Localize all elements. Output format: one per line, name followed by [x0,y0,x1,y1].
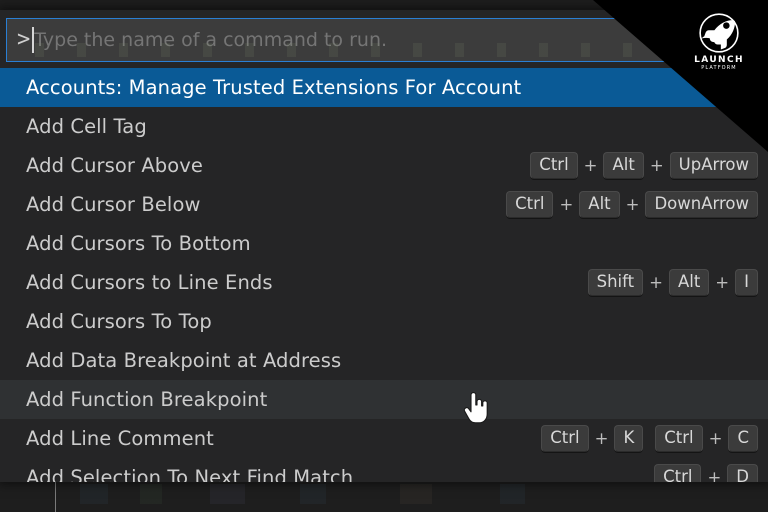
editor-code-text [70,484,670,504]
keybinding-group: Shift + Alt + I [587,263,758,302]
command-label: Add Selection To Next Find Match [26,466,354,482]
search-input-box[interactable]: > [6,18,762,62]
keybinding-key: C [728,424,758,453]
logo-wordmark: LAUNCH [694,55,744,65]
keybinding-separator: + [649,273,663,292]
keybinding-key: UpArrow [669,151,758,180]
keybinding-key: Alt [668,268,710,297]
command-list-item[interactable]: Add Cursors To Top [0,302,768,341]
keybinding-separator: + [649,156,664,175]
search-input[interactable] [34,19,751,61]
keybinding-key: K [614,424,644,453]
keybinding-key: Ctrl [654,463,702,482]
command-list-item[interactable]: Accounts: Manage Trusted Extensions For … [0,68,768,107]
command-list-item[interactable]: Add Selection To Next Find Match Ctrl + D [0,458,768,482]
keybinding-separator: + [708,429,723,448]
keybinding-separator: + [594,429,609,448]
command-label: Add Cursor Above [26,154,204,177]
command-label: Add Cursor Below [26,193,201,216]
command-label: Add Cell Tag [26,115,147,138]
keybinding-key: Ctrl [506,190,554,219]
command-label: Add Function Breakpoint [26,388,268,411]
screenshot-root: > Accounts: Manage Trusted Extensions Fo… [0,0,768,512]
command-label: Add Data Breakpoint at Address [26,349,342,372]
command-label: Accounts: Manage Trusted Extensions For … [26,76,522,99]
keybinding-separator: + [715,273,730,292]
keybinding-separator: + [583,156,598,175]
keybinding-group: Ctrl + D [654,458,758,482]
keybinding-key: DownArrow [645,190,758,219]
command-list[interactable]: Accounts: Manage Trusted Extensions For … [0,68,768,482]
keybinding-separator: + [559,195,574,214]
keybinding-key: Ctrl [530,151,578,180]
command-palette: > Accounts: Manage Trusted Extensions Fo… [0,10,768,482]
keybinding-key: Alt [603,151,644,180]
keybinding-group: Ctrl + Alt + DownArrow [506,185,758,224]
keybinding-key: Shift [587,268,644,297]
rocket-icon [699,13,739,53]
command-list-item[interactable]: Add Data Breakpoint at Address [0,341,768,380]
keybinding-key: Ctrl [541,424,589,453]
command-list-item[interactable]: Add Cursors to Line Ends Shift + Alt + I [0,263,768,302]
launch-platform-logo: LAUNCH PLATFORM [688,10,750,72]
keybinding-key: D [727,463,758,482]
keybinding-separator: + [625,195,640,214]
command-prefix-icon: > [17,27,31,52]
keybinding-separator: + [707,468,722,482]
keybinding-group: Ctrl + K Ctrl + C [541,419,758,458]
command-label: Add Cursors To Bottom [26,232,251,255]
command-label: Add Cursors to Line Ends [26,271,273,294]
command-list-item[interactable]: Add Cursors To Bottom [0,224,768,263]
keybinding-group: Ctrl + Alt + UpArrow [530,146,758,185]
keybinding-key: I [735,268,758,297]
keybinding-key: Ctrl [655,424,703,453]
command-label: Add Cursors To Top [26,310,212,333]
keybinding-key: Alt [579,190,620,219]
command-list-item[interactable]: Add Line Comment Ctrl + K Ctrl + C [0,419,768,458]
command-list-item[interactable]: Add Cursor Above Ctrl + Alt + UpArrow [0,146,768,185]
command-palette-header: > [0,10,768,68]
command-list-item[interactable]: Add Function Breakpoint [0,380,768,419]
command-label: Add Line Comment [26,427,214,450]
command-list-item[interactable]: Add Cell Tag [0,107,768,146]
command-list-item[interactable]: Add Cursor Below Ctrl + Alt + DownArrow [0,185,768,224]
editor-top-strip [0,0,768,10]
logo-submark: PLATFORM [701,65,737,71]
